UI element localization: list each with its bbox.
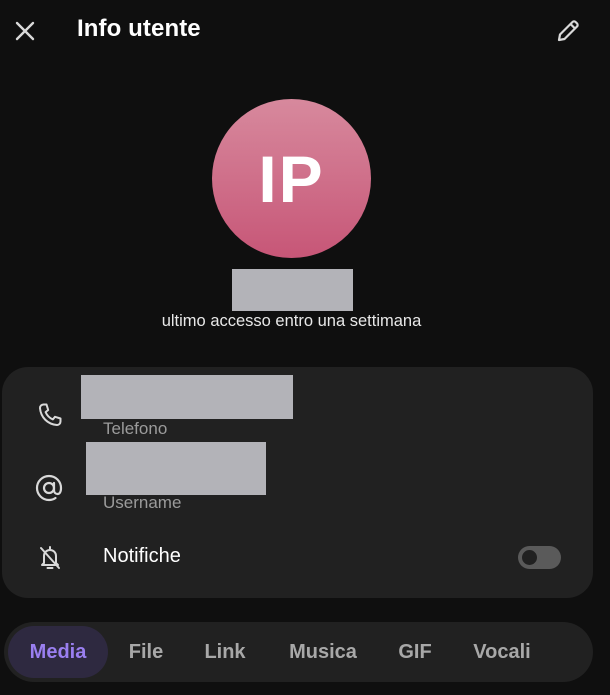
pencil-icon: [557, 20, 579, 42]
header: Info utente: [0, 0, 610, 62]
tab-link[interactable]: Link: [194, 626, 256, 678]
page-title: Info utente: [77, 15, 201, 42]
avatar[interactable]: IP: [212, 99, 371, 258]
tab-musica[interactable]: Musica: [276, 626, 370, 678]
close-button[interactable]: [6, 12, 44, 50]
tab-vocali[interactable]: Vocali: [462, 626, 542, 678]
notifications-toggle[interactable]: [518, 546, 561, 569]
tab-media[interactable]: Media: [8, 626, 108, 678]
redacted-phone-number: [81, 375, 293, 419]
tab-file[interactable]: File: [116, 626, 176, 678]
phone-label: Telefono: [103, 419, 168, 438]
edit-button[interactable]: [548, 11, 588, 51]
username-label: Username: [103, 493, 182, 512]
phone-icon: [33, 398, 67, 432]
notifications-label: Notifiche: [103, 545, 181, 567]
toggle-knob: [520, 548, 539, 567]
at-sign-icon: [32, 471, 66, 505]
bell-off-icon: [33, 541, 67, 575]
redacted-user-name: [232, 269, 353, 311]
media-tab-bar: Media File Link Musica GIF Vocali: [4, 622, 593, 682]
avatar-initials: IP: [258, 141, 325, 216]
close-icon: [15, 21, 35, 41]
tab-gif[interactable]: GIF: [384, 626, 446, 678]
last-seen-status: ultimo accesso entro una settimana: [161, 312, 422, 330]
redacted-username: [86, 442, 266, 495]
